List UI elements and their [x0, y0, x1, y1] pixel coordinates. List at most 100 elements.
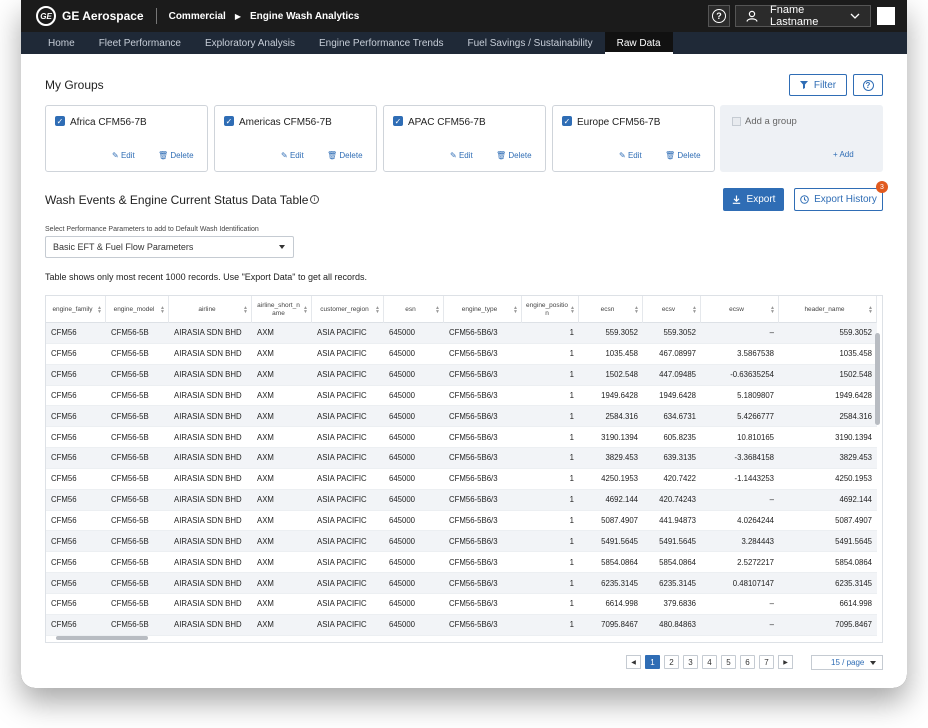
table-cell: 5491.5645 — [643, 531, 701, 553]
ge-logo-icon[interactable]: GE — [36, 6, 56, 26]
column-header[interactable]: ecsn ▲ ▼ — [579, 296, 643, 323]
next-page-icon[interactable]: ▶ — [778, 655, 793, 669]
prev-page-icon[interactable]: ◀ — [626, 655, 641, 669]
tab-raw-data[interactable]: Raw Data — [604, 32, 673, 54]
group-card[interactable]: ✓ APAC CFM56-7B ✎ Edit 🗑 Delete — [383, 105, 546, 172]
sort-icon[interactable]: ▲ ▼ — [634, 306, 639, 315]
page-button[interactable]: 1 — [645, 655, 660, 669]
column-header[interactable]: engine_model ▲ ▼ — [106, 296, 169, 323]
delete-group-button[interactable]: 🗑 Delete — [496, 151, 532, 160]
export-button[interactable]: Export — [723, 188, 784, 211]
table-cell: 7095.8467 — [779, 615, 877, 636]
column-header[interactable]: esn ▲ ▼ — [384, 296, 444, 323]
table-row[interactable]: CFM56 CFM56-5B AIRASIA SDN BHD AXM ASIA PACI… — [46, 510, 877, 532]
table-cell: 3829.453 — [579, 448, 643, 469]
table-row[interactable]: CFM56 CFM56-5B AIRASIA SDN BHD AXM ASIA PACI… — [46, 343, 877, 365]
tab-exploratory-analysis[interactable]: Exploratory Analysis — [193, 32, 307, 54]
group-card[interactable]: ✓ Americas CFM56-7B ✎ Edit 🗑 Delete — [214, 105, 377, 172]
sort-icon[interactable]: ▲ ▼ — [570, 306, 575, 315]
sort-icon[interactable]: ▲ ▼ — [97, 306, 102, 315]
group-checkbox[interactable]: ✓ — [55, 116, 65, 126]
column-header[interactable]: customer_region ▲ ▼ — [312, 296, 384, 323]
table-row[interactable]: CFM56 CFM56-5B AIRASIA SDN BHD AXM ASIA PACI… — [46, 593, 877, 615]
table-row[interactable]: CFM56 CFM56-5B AIRASIA SDN BHD AXM ASIA PACI… — [46, 531, 877, 553]
tab-fuel-savings[interactable]: Fuel Savings / Sustainability — [456, 32, 605, 54]
tab-engine-performance-trends[interactable]: Engine Performance Trends — [307, 32, 456, 54]
export-history-button[interactable]: Export History — [794, 188, 883, 211]
page-button[interactable]: 7 — [759, 655, 774, 669]
table-row[interactable]: CFM56 CFM56-5B AIRASIA SDN BHD AXM ASIA PACI… — [46, 614, 877, 636]
table-row[interactable]: CFM56 CFM56-5B AIRASIA SDN BHD AXM ASIA PACI… — [46, 468, 877, 490]
breadcrumb-commercial[interactable]: Commercial — [169, 11, 226, 22]
column-header[interactable]: header_name ▲ ▼ — [779, 296, 877, 323]
sort-icon[interactable]: ▲ ▼ — [160, 306, 165, 315]
breadcrumb-engine-wash-analytics[interactable]: Engine Wash Analytics — [250, 11, 359, 22]
table-row[interactable]: CFM56 CFM56-5B AIRASIA SDN BHD AXM ASIA PACI… — [46, 406, 877, 428]
group-checkbox[interactable]: ✓ — [562, 116, 572, 126]
user-menu-button[interactable]: Fname Lastname — [735, 4, 871, 28]
sort-icon[interactable]: ▲ ▼ — [375, 306, 380, 315]
sort-icon[interactable]: ▲ ▼ — [243, 306, 248, 315]
page-button[interactable]: 6 — [740, 655, 755, 669]
group-card[interactable]: ✓ Europe CFM56-7B ✎ Edit 🗑 Delete — [552, 105, 715, 172]
param-select-value: Basic EFT & Fuel Flow Parameters — [53, 242, 194, 252]
delete-group-button[interactable]: 🗑 Delete — [665, 151, 701, 160]
edit-group-button[interactable]: ✎ Edit — [619, 151, 642, 160]
edit-group-button[interactable]: ✎ Edit — [112, 151, 135, 160]
add-group-card[interactable]: Add a group + Add — [720, 105, 883, 172]
page-button[interactable]: 3 — [683, 655, 698, 669]
filter-button[interactable]: Filter — [789, 74, 847, 96]
column-header-label: airline — [198, 305, 216, 313]
column-header[interactable]: engine_family ▲ ▼ — [46, 296, 106, 323]
table-row[interactable]: CFM56 CFM56-5B AIRASIA SDN BHD AXM ASIA PACI… — [46, 385, 877, 407]
group-checkbox[interactable]: ✓ — [224, 116, 234, 126]
vertical-scrollbar[interactable] — [875, 333, 880, 425]
column-header[interactable]: engine_type ▲ ▼ — [444, 296, 522, 323]
table-row[interactable]: CFM56 CFM56-5B AIRASIA SDN BHD AXM ASIA PACI… — [46, 552, 877, 574]
sort-icon[interactable]: ▲ ▼ — [303, 306, 308, 315]
page-button[interactable]: 2 — [664, 655, 679, 669]
page-size-select[interactable]: 15 / page — [811, 655, 883, 670]
table-cell: 1949.6428 — [643, 386, 701, 407]
param-select[interactable]: Basic EFT & Fuel Flow Parameters — [45, 236, 294, 258]
sort-icon[interactable]: ▲ ▼ — [770, 306, 775, 315]
divider — [155, 8, 157, 24]
table-cell: -3.3684158 — [701, 448, 779, 469]
column-header[interactable]: ecsw ▲ ▼ — [701, 296, 779, 323]
sort-icon[interactable]: ▲ ▼ — [868, 306, 873, 315]
group-checkbox[interactable]: ✓ — [393, 116, 403, 126]
column-header-label: header_name — [804, 305, 845, 313]
table-cell: ASIA PACIFIC — [312, 511, 384, 532]
column-header[interactable]: airline ▲ ▼ — [169, 296, 252, 323]
sort-icon[interactable]: ▲ ▼ — [435, 306, 440, 315]
info-icon[interactable]: i — [310, 195, 319, 204]
page-button[interactable]: 5 — [721, 655, 736, 669]
delete-group-button[interactable]: 🗑 Delete — [327, 151, 363, 160]
column-header-label: engine_positio n — [526, 301, 568, 317]
table-row[interactable]: CFM56 CFM56-5B AIRASIA SDN BHD AXM ASIA PACI… — [46, 323, 877, 344]
column-header[interactable]: engine_positio n ▲ ▼ — [522, 296, 579, 323]
column-header[interactable]: airline_short_n ame ▲ ▼ — [252, 296, 312, 323]
table-cell: 4692.144 — [579, 490, 643, 511]
edit-group-button[interactable]: ✎ Edit — [281, 151, 304, 160]
table-row[interactable]: CFM56 CFM56-5B AIRASIA SDN BHD AXM ASIA PACI… — [46, 448, 877, 469]
app-switcher-button[interactable] — [877, 7, 895, 25]
group-card[interactable]: ✓ Africa CFM56-7B ✎ Edit 🗑 Delete — [45, 105, 208, 172]
table-row[interactable]: CFM56 CFM56-5B AIRASIA SDN BHD AXM ASIA PACI… — [46, 573, 877, 594]
sort-icon[interactable]: ▲ ▼ — [692, 306, 697, 315]
column-header[interactable]: ecsv ▲ ▼ — [643, 296, 701, 323]
add-group-button[interactable]: + Add — [833, 150, 854, 159]
help-button[interactable]: ? — [708, 5, 730, 27]
table-cell: 645000 — [384, 469, 444, 490]
edit-group-button[interactable]: ✎ Edit — [450, 151, 473, 160]
table-row[interactable]: CFM56 CFM56-5B AIRASIA SDN BHD AXM ASIA PACI… — [46, 489, 877, 511]
table-row[interactable]: CFM56 CFM56-5B AIRASIA SDN BHD AXM ASIA PACI… — [46, 364, 877, 386]
sort-icon[interactable]: ▲ ▼ — [513, 306, 518, 315]
tab-home[interactable]: Home — [36, 32, 87, 54]
groups-help-button[interactable]: ? — [853, 74, 883, 96]
page-button[interactable]: 4 — [702, 655, 717, 669]
horizontal-scrollbar[interactable] — [56, 636, 148, 640]
delete-group-button[interactable]: 🗑 Delete — [158, 151, 194, 160]
table-row[interactable]: CFM56 CFM56-5B AIRASIA SDN BHD AXM ASIA PACI… — [46, 427, 877, 449]
tab-fleet-performance[interactable]: Fleet Performance — [87, 32, 193, 54]
